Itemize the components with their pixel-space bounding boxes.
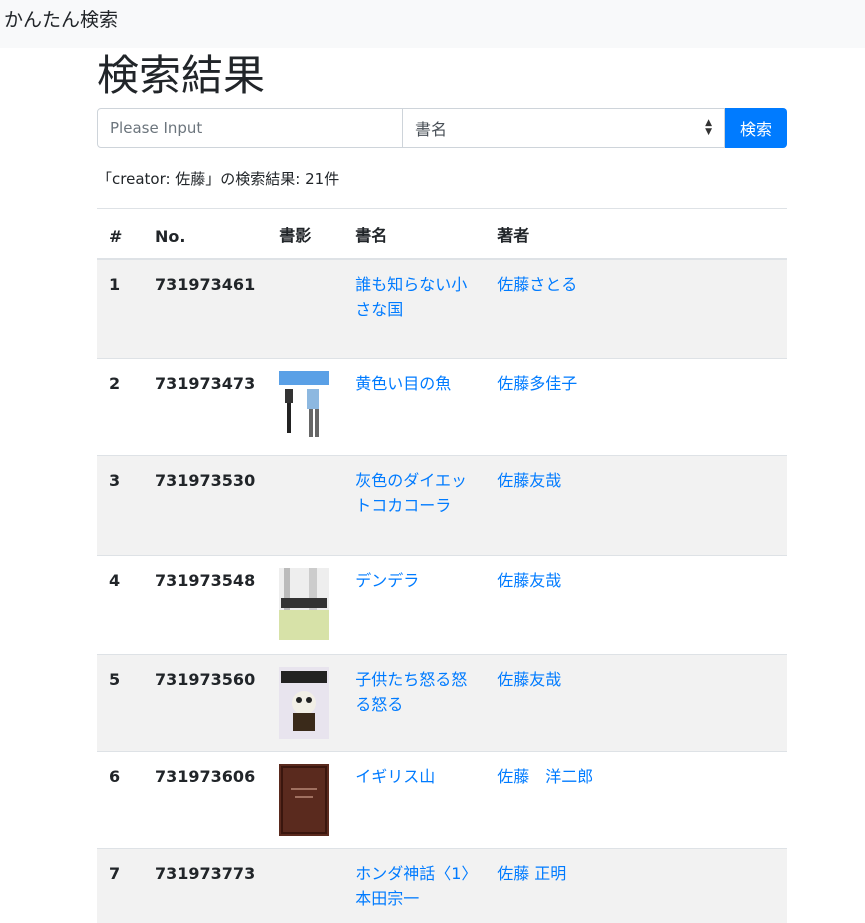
header-number: No. — [143, 209, 267, 259]
header-author: 著者 — [485, 209, 787, 259]
select-caret-icon: ▲▼ — [705, 119, 712, 137]
search-input[interactable] — [97, 108, 403, 148]
row-index: 3 — [97, 456, 143, 556]
author-link[interactable]: 佐藤友哉 — [497, 670, 561, 689]
search-button[interactable]: 検索 — [725, 108, 787, 148]
author-link[interactable]: 佐藤さとる — [497, 275, 577, 294]
page-title: 検索結果 — [97, 50, 787, 108]
book-title-link[interactable]: ホンダ神話〈1〉本田宗一 — [355, 864, 469, 908]
author-link[interactable]: 佐藤友哉 — [497, 471, 561, 490]
row-cover — [267, 359, 343, 456]
navbar: かんたん検索 — [0, 0, 865, 48]
book-cover-image[interactable] — [279, 568, 329, 640]
table-header-row: # No. 書影 書名 著者 — [97, 209, 787, 259]
header-cover: 書影 — [267, 209, 343, 259]
table-row: 6 731973606 イギリス山 佐藤 洋二郎 — [97, 752, 787, 849]
row-index: 2 — [97, 359, 143, 456]
row-number: 731973461 — [143, 259, 267, 359]
book-cover-image[interactable] — [279, 371, 329, 443]
results-table: # No. 書影 書名 著者 1 731973461 誰も知らない小さな国 佐藤… — [97, 208, 787, 923]
author-link[interactable]: 佐藤 正明 — [497, 864, 566, 883]
row-cover — [267, 752, 343, 849]
table-row: 1 731973461 誰も知らない小さな国 佐藤さとる — [97, 259, 787, 359]
result-summary: 「creator: 佐藤」の検索結果: 21件 — [97, 168, 787, 208]
row-number: 731973606 — [143, 752, 267, 849]
header-title: 書名 — [343, 209, 485, 259]
book-cover-image[interactable] — [279, 764, 329, 836]
book-title-link[interactable]: 子供たち怒る怒る怒る — [355, 670, 467, 714]
table-row: 5 731973560 子供たち怒る怒る怒る 佐藤友哉 — [97, 655, 787, 752]
brand-link[interactable]: かんたん検索 — [4, 9, 118, 31]
header-index: # — [97, 209, 143, 259]
row-number: 731973548 — [143, 556, 267, 655]
row-cover — [267, 259, 343, 359]
book-title-link[interactable]: イギリス山 — [355, 767, 435, 786]
row-cover — [267, 456, 343, 556]
author-link[interactable]: 佐藤多佳子 — [497, 374, 577, 393]
row-number: 731973530 — [143, 456, 267, 556]
row-cover — [267, 556, 343, 655]
search-field-select[interactable]: 書名 ▲▼ — [403, 108, 725, 148]
author-link[interactable]: 佐藤 洋二郎 — [497, 767, 593, 786]
search-field-selected-value: 書名 — [415, 116, 447, 140]
author-link[interactable]: 佐藤友哉 — [497, 571, 561, 590]
book-title-link[interactable]: デンデラ — [355, 571, 419, 590]
row-cover — [267, 849, 343, 923]
table-row: 3 731973530 灰色のダイエットコカコーラ 佐藤友哉 — [97, 456, 787, 556]
row-number: 731973560 — [143, 655, 267, 752]
table-row: 2 731973473 黄色い目の魚 佐藤多佳子 — [97, 359, 787, 456]
row-index: 4 — [97, 556, 143, 655]
book-title-link[interactable]: 誰も知らない小さな国 — [355, 275, 467, 319]
book-cover-image[interactable] — [279, 667, 329, 739]
table-row: 4 731973548 デンデラ 佐藤友哉 — [97, 556, 787, 655]
row-number: 731973773 — [143, 849, 267, 923]
row-index: 7 — [97, 849, 143, 923]
row-index: 5 — [97, 655, 143, 752]
row-cover — [267, 655, 343, 752]
book-title-link[interactable]: 黄色い目の魚 — [355, 374, 451, 393]
book-title-link[interactable]: 灰色のダイエットコカコーラ — [355, 471, 467, 515]
row-number: 731973473 — [143, 359, 267, 456]
table-row: 7 731973773 ホンダ神話〈1〉本田宗一 佐藤 正明 — [97, 849, 787, 923]
search-bar: 書名 ▲▼ 検索 — [97, 108, 787, 148]
main-container: 検索結果 書名 ▲▼ 検索 「creator: 佐藤」の検索結果: 21件 # … — [97, 48, 787, 923]
row-index: 6 — [97, 752, 143, 849]
row-index: 1 — [97, 259, 143, 359]
